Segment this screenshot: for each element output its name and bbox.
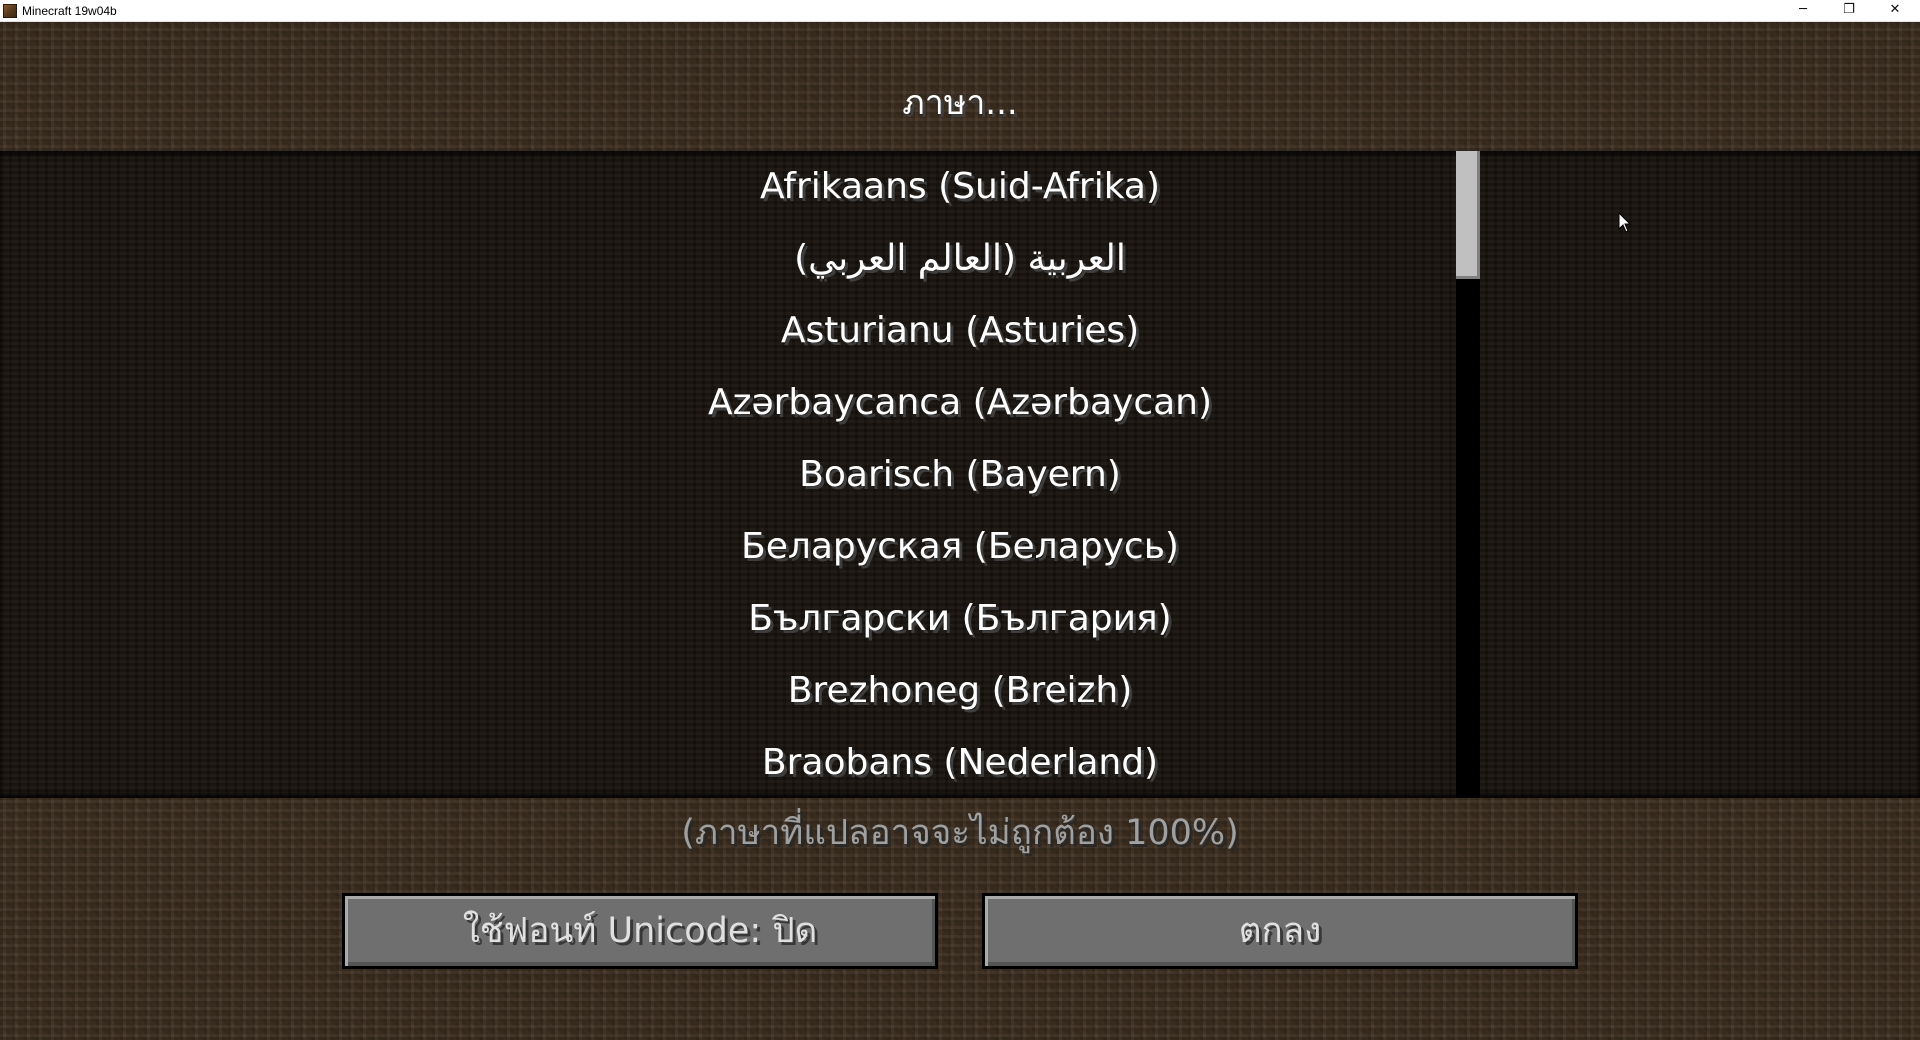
- title-bar: Minecraft 19w04b ─ ❐ ✕: [0, 0, 1920, 22]
- mouse-cursor-icon: [1618, 212, 1632, 233]
- done-button-label: ตกลง: [1238, 911, 1322, 951]
- language-list[interactable]: Afrikaans (Suid-Afrika) العربية (العالم …: [0, 151, 1920, 798]
- language-item-afrikaans[interactable]: Afrikaans (Suid-Afrika): [660, 151, 1260, 223]
- language-item-breton[interactable]: Brezhoneg (Breizh): [660, 655, 1260, 727]
- unicode-font-button-label: ใช้ฟอนท์ Unicode: ปิด: [462, 911, 818, 951]
- language-item-asturian[interactable]: Asturianu (Asturies): [660, 295, 1260, 367]
- minimize-button[interactable]: ─: [1780, 0, 1826, 22]
- done-button[interactable]: ตกลง: [982, 893, 1578, 969]
- language-item-arabic[interactable]: العربية (العالم العربي): [660, 223, 1260, 295]
- language-item-belarusian[interactable]: Беларуская (Беларусь): [660, 511, 1260, 583]
- scrollbar-thumb[interactable]: [1456, 151, 1480, 279]
- window-title: Minecraft 19w04b: [22, 4, 117, 18]
- close-icon: ✕: [1889, 2, 1901, 17]
- language-item-brabantian[interactable]: Braobans (Nederland): [660, 727, 1260, 798]
- minecraft-app-icon: [3, 4, 17, 18]
- language-item-bulgarian[interactable]: Български (България): [660, 583, 1260, 655]
- close-button[interactable]: ✕: [1872, 0, 1918, 22]
- language-item-azerbaijani[interactable]: Azərbaycanca (Azərbaycan): [660, 367, 1260, 439]
- minimize-icon: ─: [1799, 2, 1807, 17]
- screen-title: ภาษา...: [902, 83, 1018, 123]
- translation-accuracy-note: (ภาษาที่แปลอาจจะไม่ถูกต้อง 100%): [681, 813, 1239, 853]
- minecraft-window: Minecraft 19w04b ─ ❐ ✕ ภาษา... Afrikaans…: [0, 0, 1920, 1040]
- restore-button[interactable]: ❐: [1826, 0, 1872, 22]
- language-item-bavarian[interactable]: Boarisch (Bayern): [660, 439, 1260, 511]
- unicode-font-toggle-button[interactable]: ใช้ฟอนท์ Unicode: ปิด: [342, 893, 938, 969]
- restore-icon: ❐: [1843, 2, 1855, 17]
